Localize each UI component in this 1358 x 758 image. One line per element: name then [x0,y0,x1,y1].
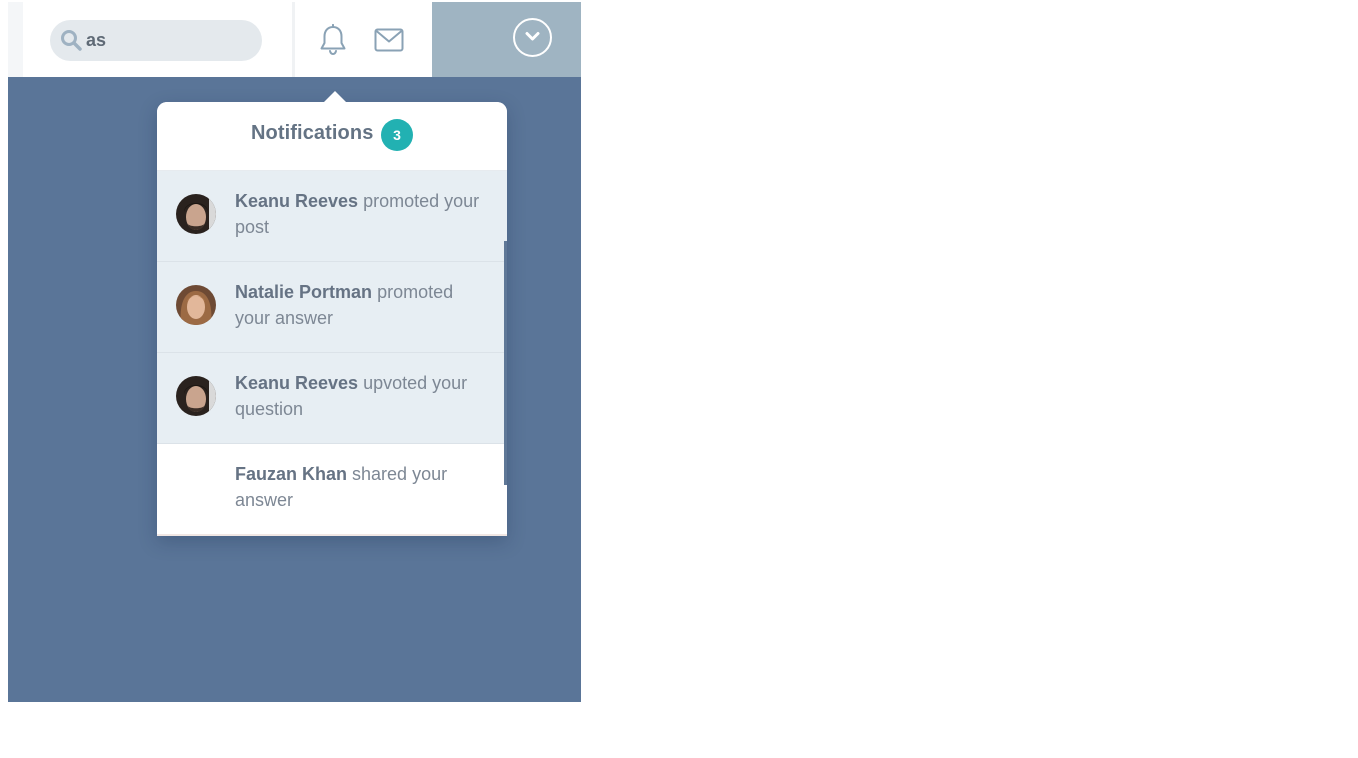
dropdown-bottom-edge [157,534,507,536]
top-bar [8,2,581,77]
search-icon [60,29,82,51]
search-box[interactable] [50,20,262,61]
avatar [176,376,216,416]
search-input[interactable] [86,28,246,52]
notifications-list: Keanu Reeves promoted your post Natalie … [157,171,507,536]
avatar [176,285,216,325]
left-edge-strip [8,2,23,77]
notification-text: Keanu Reeves upvoted your question [235,370,485,422]
avatar [176,194,216,234]
notification-user-name: Keanu Reeves [235,191,359,211]
notifications-header: Notifications 3 [157,102,507,171]
notifications-scrollbar[interactable] [504,241,507,485]
notifications-dropdown: Notifications 3 Keanu Reeves promoted yo… [157,91,507,536]
user-menu-button[interactable] [513,18,552,57]
notification-item[interactable]: Fauzan Khan shared your answer [157,444,507,535]
user-menu-area [432,2,581,77]
notification-text: Fauzan Khan shared your answer [235,461,485,513]
mail-icon[interactable] [374,28,404,52]
notification-item[interactable]: Keanu Reeves upvoted your question [157,353,507,444]
notification-text: Natalie Portman promoted your answer [235,279,485,331]
chevron-down-icon [525,32,540,41]
page: Notifications 3 Keanu Reeves promoted yo… [0,0,1358,758]
notification-item[interactable]: Natalie Portman promoted your answer [157,262,507,353]
header-divider [292,2,295,77]
notification-user-name: Fauzan Khan [235,464,348,484]
notification-user-name: Natalie Portman [235,282,373,302]
notification-user-name: Keanu Reeves [235,373,359,393]
notification-text: Keanu Reeves promoted your post [235,188,485,240]
bell-icon[interactable] [318,23,348,56]
notifications-title: Notifications [251,122,374,144]
notification-item[interactable]: Keanu Reeves promoted your post [157,171,507,262]
notifications-count-badge: 3 [381,119,413,151]
